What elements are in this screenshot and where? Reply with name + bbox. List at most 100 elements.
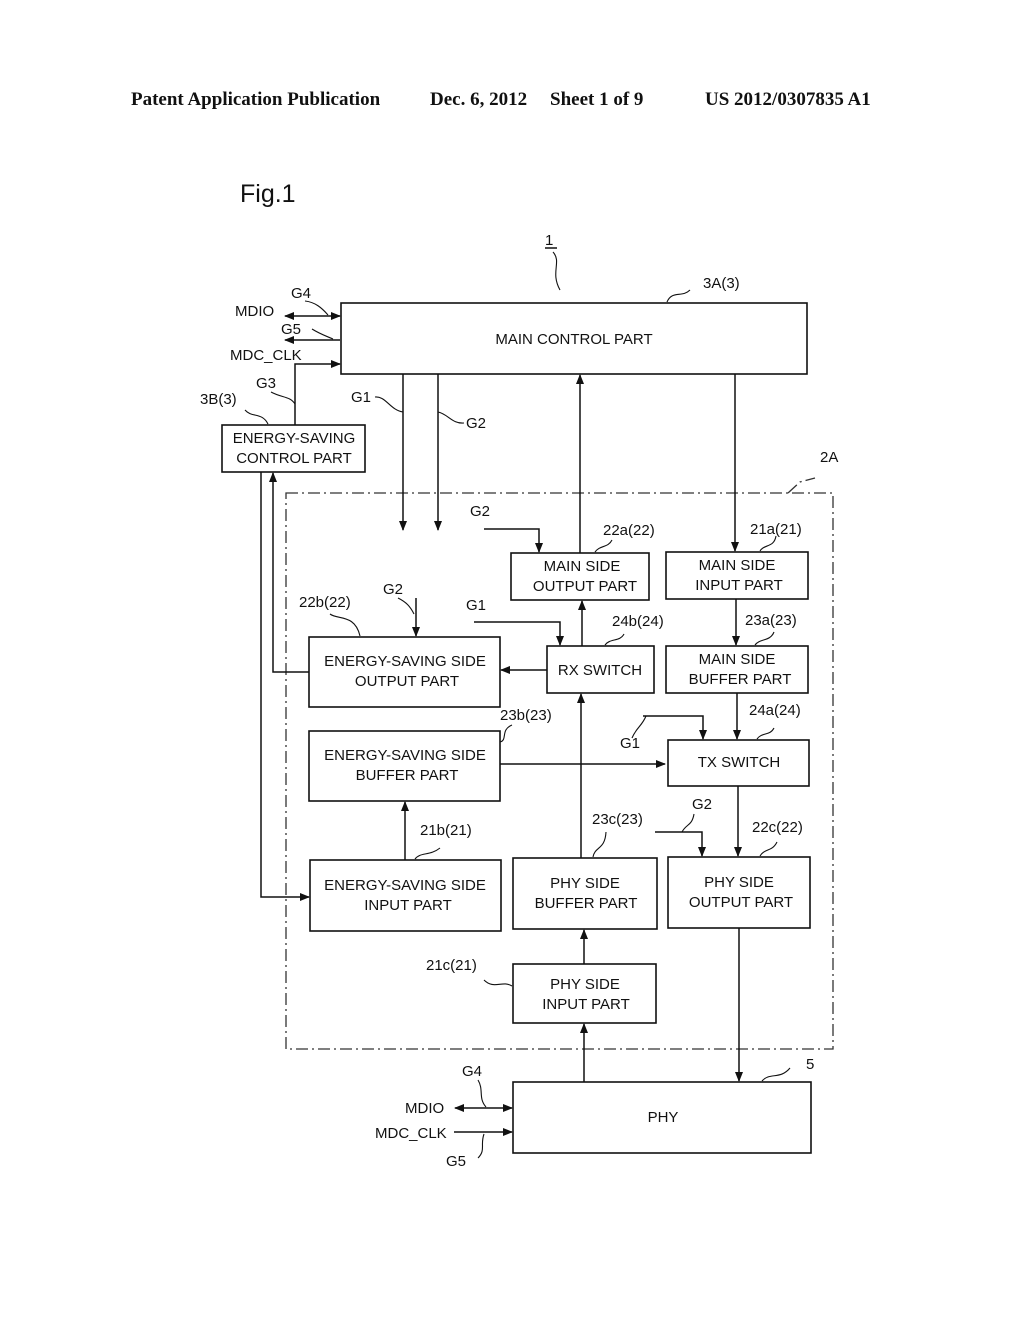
main-control-part: MAIN CONTROL PART <box>340 302 808 375</box>
g1-label-rx: G1 <box>466 597 486 614</box>
block-label: PHY SIDE <box>550 875 620 892</box>
g4-label-top: G4 <box>291 285 311 302</box>
g2-arrow-22a <box>484 528 543 553</box>
block-label: ENERGY-SAVING SIDE <box>324 877 486 894</box>
ref-leader <box>761 1067 791 1082</box>
g2-label-22c: G2 <box>692 796 712 813</box>
rx-switch: RX SWITCH <box>546 645 655 694</box>
g5-leader <box>477 1133 485 1159</box>
ref-leader <box>756 727 775 740</box>
ref-leader <box>594 539 613 553</box>
block-label: MAIN SIDE <box>544 558 621 575</box>
g5-leader <box>311 328 334 340</box>
arrow-to-energy-control <box>269 472 309 673</box>
g4-leader <box>304 300 329 316</box>
ref-main-side-input: 21a(21) <box>750 521 802 538</box>
ref-system: 1 <box>545 232 553 249</box>
ref-leader <box>592 831 607 858</box>
energy-saving-side-input-part: ENERGY-SAVING SIDE INPUT PART <box>309 859 502 932</box>
block-label: PHY SIDE <box>704 874 774 891</box>
block-label: INPUT PART <box>364 897 452 914</box>
ref-leader <box>244 409 269 425</box>
block-label: TX SWITCH <box>698 754 781 771</box>
main-side-buffer-part: MAIN SIDE BUFFER PART <box>665 645 809 694</box>
g2-leader <box>437 411 465 424</box>
ref-phy-side-buffer: 23c(23) <box>592 811 643 828</box>
ref-interface-group: 2A <box>820 449 838 466</box>
g2-leader <box>681 813 695 833</box>
group-leader <box>787 477 816 494</box>
ref-leader <box>414 847 441 860</box>
main-control-label: MAIN CONTROL PART <box>495 331 652 348</box>
ref-leader <box>483 979 513 987</box>
ref-leader <box>759 841 778 857</box>
block-diagram: Fig.1 1 2A MAIN CONTROL PART 3A(3) ENERG… <box>200 180 838 1170</box>
g1-leader <box>374 396 404 413</box>
ref-es-side-input: 21b(21) <box>420 822 472 839</box>
g2-label-22a: G2 <box>470 503 490 520</box>
block-label: INPUT PART <box>695 577 783 594</box>
g5-label-top: G5 <box>281 321 301 338</box>
ref-es-side-output: 22b(22) <box>299 594 351 611</box>
ref-phy-side-input: 21c(21) <box>426 957 477 974</box>
g1-arrow-tx <box>643 715 707 740</box>
ref-phy: 5 <box>806 1056 814 1073</box>
g2-label-main: G2 <box>466 415 486 432</box>
phy-side-buffer-part: PHY SIDE BUFFER PART <box>512 857 658 930</box>
tx-switch: TX SWITCH <box>667 739 810 787</box>
ref-leader <box>552 251 561 291</box>
g2-arrow-22c <box>655 831 706 857</box>
g1-label-main: G1 <box>351 389 371 406</box>
g1-label-tx: G1 <box>620 735 640 752</box>
block-label: MAIN SIDE <box>699 557 776 574</box>
ref-tx-switch: 24a(24) <box>749 702 801 719</box>
g3-label: G3 <box>256 375 276 392</box>
mdc-clk-label-bottom: MDC_CLK <box>375 1125 447 1142</box>
main-side-output-part: MAIN SIDE OUTPUT PART <box>510 552 650 601</box>
block-label: BUFFER PART <box>689 671 792 688</box>
block-label: ENERGY-SAVING SIDE <box>324 653 486 670</box>
ref-leader <box>329 613 361 637</box>
energy-saving-side-buffer-part: ENERGY-SAVING SIDE BUFFER PART <box>308 730 501 802</box>
block-label: OUTPUT PART <box>689 894 793 911</box>
block-label: OUTPUT PART <box>533 578 637 595</box>
g4-label-bottom: G4 <box>462 1063 482 1080</box>
g3-leader <box>270 391 296 405</box>
mdio-label-top: MDIO <box>235 303 274 320</box>
ref-leader <box>604 633 625 646</box>
g5-label-bottom: G5 <box>446 1153 466 1170</box>
ref-leader <box>759 535 777 552</box>
block-label: PHY SIDE <box>550 976 620 993</box>
block-label: BUFFER PART <box>535 895 638 912</box>
ref-main-control: 3A(3) <box>703 275 740 292</box>
arrow-energy-control-to-21b <box>260 472 310 901</box>
main-side-input-part: MAIN SIDE INPUT PART <box>665 551 809 600</box>
ref-leader <box>754 631 775 646</box>
figure-title: Fig.1 <box>240 180 296 208</box>
block-label: MAIN SIDE <box>699 651 776 668</box>
phy-block: PHY <box>512 1081 812 1154</box>
ref-phy-side-output: 22c(22) <box>752 819 803 836</box>
block-label: BUFFER PART <box>356 767 459 784</box>
block-label: ENERGY-SAVING SIDE <box>324 747 486 764</box>
block-label: OUTPUT PART <box>355 673 459 690</box>
block-label: INPUT PART <box>542 996 630 1013</box>
phy-side-output-part: PHY SIDE OUTPUT PART <box>667 856 811 929</box>
energy-control-label-2: CONTROL PART <box>236 450 352 467</box>
mdio-label-bottom: MDIO <box>405 1100 444 1117</box>
ref-energy-control: 3B(3) <box>200 391 237 408</box>
energy-saving-control-part: ENERGY-SAVING CONTROL PART <box>221 424 366 473</box>
ref-leader <box>666 289 691 303</box>
phy-label: PHY <box>648 1109 679 1126</box>
g4-leader <box>477 1079 487 1108</box>
block-label: RX SWITCH <box>558 662 642 679</box>
g3-arrow <box>294 360 341 425</box>
ref-rx-switch: 24b(24) <box>612 613 664 630</box>
g2-label-22b: G2 <box>383 581 403 598</box>
ref-main-side-buffer: 23a(23) <box>745 612 797 629</box>
mdc-clk-label-top: MDC_CLK <box>230 347 302 364</box>
ref-main-side-output: 22a(22) <box>603 522 655 539</box>
g2-leader <box>397 597 415 615</box>
phy-side-input-part: PHY SIDE INPUT PART <box>512 963 657 1024</box>
ref-es-side-buffer: 23b(23) <box>500 707 552 724</box>
